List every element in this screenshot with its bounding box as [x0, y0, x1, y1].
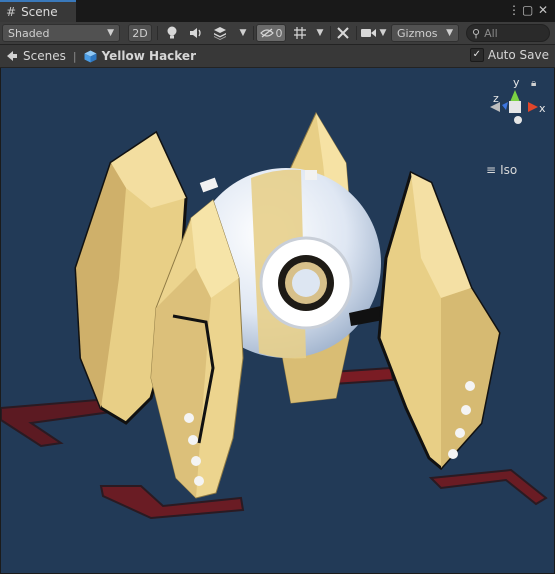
gizmos-label: Gizmos	[397, 26, 438, 40]
chevron-down-icon: ▼	[107, 28, 114, 38]
draw-mode-dropdown[interactable]: Shaded ▼	[2, 24, 120, 42]
scene-visibility-toggle[interactable]: 0	[256, 24, 286, 42]
tab-scene-label: Scene	[21, 5, 58, 19]
search-icon: ⚲	[472, 26, 481, 40]
wrench-icon	[337, 27, 349, 39]
menu-lines-icon: ≡	[486, 163, 497, 177]
z-axis-cone[interactable]	[502, 102, 508, 110]
breadcrumb-prefab[interactable]: Yellow Hacker	[84, 49, 196, 63]
toolbar-divider	[157, 26, 158, 40]
camera-icon	[360, 29, 376, 37]
toolbar-divider	[330, 26, 331, 40]
toolbar-divider	[253, 26, 254, 40]
effects-toggle[interactable]	[210, 24, 230, 42]
crystal-leg-right	[377, 170, 501, 471]
negative-y-cone[interactable]	[514, 116, 522, 124]
chevron-down-icon: ▼	[446, 28, 453, 38]
projection-label: Iso	[500, 163, 518, 177]
search-placeholder: All	[484, 26, 498, 40]
lighting-toggle[interactable]	[162, 24, 182, 42]
projection-toggle[interactable]: ≡ Iso	[486, 163, 517, 177]
auto-save-label: Auto Save	[487, 48, 549, 62]
tools-button[interactable]	[333, 24, 353, 42]
chevron-down-icon: ▼	[316, 28, 324, 38]
lock-icon[interactable]: 🔒︎	[531, 78, 536, 89]
center-cube[interactable]	[509, 101, 521, 113]
scene-search-input[interactable]: ⚲ All	[466, 24, 550, 42]
prefab-cube-icon	[84, 50, 97, 62]
hidden-object-count: 0	[275, 26, 283, 40]
auto-save-checkbox[interactable]: ✓	[469, 48, 484, 62]
window-tab-bar: # Scene ⋮ ▢ ✕	[0, 0, 555, 23]
y-axis-label: y	[513, 76, 520, 89]
grid-snap-icon	[294, 27, 306, 39]
2d-mode-label: 2D	[132, 26, 148, 40]
scene-toolbar: Shaded ▼ 2D ▼ 0 ▼ ▼ Gizmos ▼ ⚲ All	[0, 22, 555, 45]
layers-icon	[214, 27, 226, 40]
auto-save-toggle[interactable]: ✓ Auto Save	[469, 48, 549, 62]
scene-viewport[interactable]: y x z 🔒︎ ≡ Iso	[1, 68, 554, 573]
maximize-icon[interactable]: ▢	[522, 3, 533, 17]
toolbar-divider	[356, 26, 357, 40]
camera-button[interactable]	[359, 24, 377, 42]
grid-dropdown[interactable]: ▼	[313, 24, 327, 42]
lightbulb-icon	[167, 26, 177, 39]
breadcrumb-separator: |	[72, 49, 77, 63]
grid-icon: #	[6, 5, 17, 19]
camera-dropdown[interactable]: ▼	[377, 24, 389, 42]
speaker-icon	[190, 28, 201, 38]
chevron-down-icon: ▼	[379, 28, 387, 38]
breadcrumb-prefab-label: Yellow Hacker	[101, 49, 196, 63]
x-axis-cone[interactable]	[528, 102, 538, 112]
floor-marker-right	[428, 468, 548, 506]
breadcrumb: Scenes | Yellow Hacker ✓ Auto Save	[0, 45, 555, 68]
tab-scene[interactable]: # Scene	[0, 0, 76, 22]
y-axis-cone[interactable]	[510, 90, 520, 102]
audio-toggle[interactable]	[186, 24, 206, 42]
grid-toggle[interactable]	[290, 24, 310, 42]
breadcrumb-scenes-label: Scenes	[23, 49, 66, 63]
orientation-gizmo[interactable]: y x z	[480, 72, 550, 142]
floor-marker-bottom	[99, 485, 245, 520]
2d-mode-button[interactable]: 2D	[128, 24, 152, 42]
eye-hidden-icon	[259, 28, 274, 38]
effects-dropdown[interactable]: ▼	[236, 24, 250, 42]
draw-mode-label: Shaded	[8, 26, 50, 40]
z-axis-label: z	[493, 92, 499, 105]
gizmos-dropdown[interactable]: Gizmos ▼	[391, 24, 459, 42]
scene-render	[1, 111, 548, 520]
breadcrumb-scenes[interactable]: Scenes	[6, 49, 66, 63]
close-icon[interactable]: ✕	[538, 3, 548, 17]
chevron-down-icon: ▼	[239, 28, 247, 38]
x-axis-label: x	[539, 102, 546, 115]
back-arrow-icon	[7, 51, 17, 61]
more-options-icon[interactable]: ⋮	[508, 3, 520, 17]
